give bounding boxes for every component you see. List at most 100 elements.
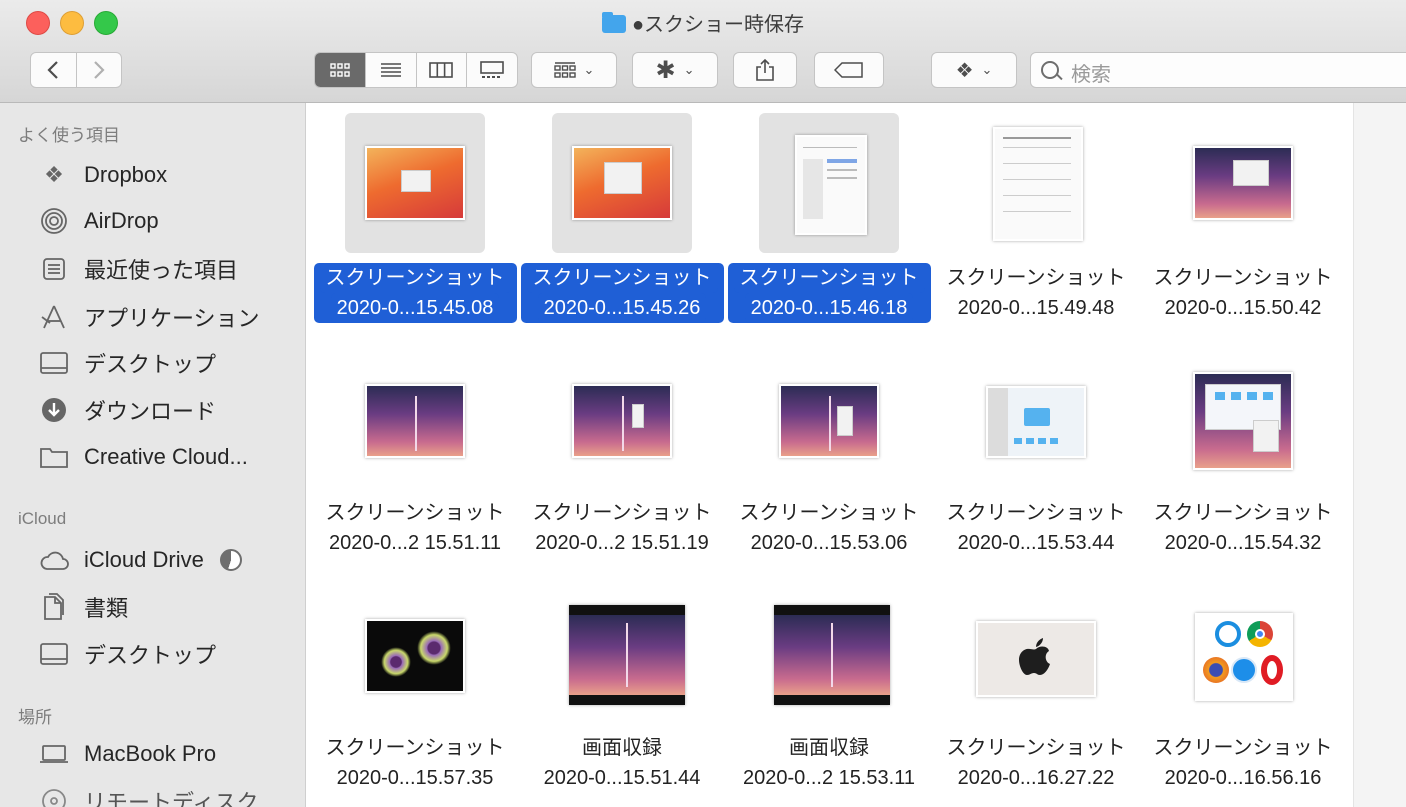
toolbar: ●スクショー時保存 ⌄ ✱ ⌄ ❖ ⌄ 検索 — [0, 0, 1406, 103]
file-thumbnail — [993, 127, 1083, 241]
dropbox-button[interactable]: ❖ ⌄ — [931, 52, 1017, 88]
file-item[interactable]: スクリーンショット 2020-0...15.54.32 — [1140, 358, 1346, 563]
tag-icon — [834, 62, 863, 78]
sidebar-item-label: Creative Cloud... — [84, 444, 248, 469]
icon-view-button[interactable] — [315, 53, 365, 87]
sidebar-item-downloads[interactable]: ダウンロード — [36, 390, 301, 430]
file-thumbnail — [1195, 613, 1293, 701]
window-title: ●スクショー時保存 — [0, 8, 1406, 37]
tags-button[interactable] — [814, 52, 884, 88]
file-thumbnail — [795, 135, 867, 235]
sidebar-item-icloud-desktop[interactable]: デスクトップ — [36, 634, 301, 674]
search-placeholder: 検索 — [1071, 64, 1111, 86]
file-item[interactable]: 画面収録 2020-0...15.51.44 — [519, 593, 725, 798]
file-thumbnail — [1193, 372, 1293, 470]
column-view-icon — [429, 62, 454, 78]
chevron-down-icon: ⌄ — [683, 62, 695, 77]
file-name: スクリーンショット 2020-0...15.53.44 — [946, 502, 1126, 554]
icon-view-icon — [330, 63, 350, 77]
forward-button[interactable] — [75, 53, 122, 87]
sidebar-item-label: MacBook Pro — [84, 741, 217, 766]
view-mode-control — [314, 52, 518, 88]
apple-logo-icon — [1019, 638, 1050, 675]
sidebar-section-locations: 場所 — [18, 708, 52, 727]
finder-window: ●スクショー時保存 ⌄ ✱ ⌄ ❖ ⌄ 検索 よく使う項目 ❖ Dropbox … — [0, 0, 1406, 807]
sidebar-item-label: デスクトップ — [84, 352, 217, 377]
file-name: スクリーンショット 2020-0...15.49.48 — [946, 267, 1126, 319]
column-view-button[interactable] — [415, 53, 467, 87]
file-item[interactable]: スクリーンショット 2020-0...15.53.44 — [933, 358, 1139, 563]
file-name: スクリーンショット 2020-0...15.45.08 — [312, 263, 518, 323]
cloud-icon — [36, 545, 72, 575]
file-item[interactable]: スクリーンショット 2020-0...16.27.22 — [933, 593, 1139, 798]
gallery-view-button[interactable] — [466, 53, 517, 87]
sidebar-item-documents[interactable]: 書類 — [36, 587, 301, 627]
file-name: 画面収録 2020-0...2 15.53.11 — [743, 737, 915, 789]
opera-icon — [1261, 655, 1283, 685]
group-by-button[interactable]: ⌄ — [531, 52, 617, 88]
sidebar-item-icloud-drive[interactable]: iCloud Drive — [36, 540, 301, 580]
file-item[interactable]: スクリーンショット 2020-0...16.56.16 — [1140, 593, 1346, 798]
sidebar-item-remote-disc[interactable]: リモートディスク — [36, 781, 301, 807]
chevron-down-icon: ⌄ — [583, 62, 595, 77]
file-name: スクリーンショット 2020-0...15.54.32 — [1153, 502, 1333, 554]
file-thumbnail — [572, 384, 672, 458]
folder-icon — [601, 12, 626, 33]
safari-icon — [1231, 657, 1257, 683]
file-item[interactable]: スクリーンショット 2020-0...15.50.42 — [1140, 113, 1346, 319]
search-field[interactable]: 検索 — [1030, 52, 1406, 88]
documents-icon — [36, 592, 72, 622]
chevron-left-icon — [47, 61, 59, 79]
chevron-right-icon — [93, 61, 105, 79]
file-grid: スクリーンショット 2020-0...15.45.08 スクリーンショット 2020… — [307, 103, 1353, 807]
sidebar-item-label: iCloud Drive — [84, 547, 204, 572]
sidebar-item-label: AirDrop — [84, 208, 159, 233]
file-item[interactable]: スクリーンショット 2020-0...2 15.51.11 — [312, 358, 518, 563]
file-name: スクリーンショット 2020-0...15.57.35 — [325, 737, 505, 789]
file-item[interactable]: 画面収録 2020-0...2 15.53.11 — [726, 593, 932, 798]
list-view-icon — [380, 63, 401, 77]
file-name: スクリーンショット 2020-0...16.27.22 — [946, 737, 1126, 789]
file-thumbnail — [569, 605, 685, 705]
file-thumbnail — [365, 146, 465, 220]
sidebar-item-macbook-pro[interactable]: MacBook Pro — [36, 734, 301, 774]
file-item[interactable]: スクリーンショット 2020-0...15.57.35 — [312, 593, 518, 798]
sidebar-item-dropbox[interactable]: ❖ Dropbox — [36, 155, 301, 195]
file-thumbnail — [779, 384, 879, 458]
file-item[interactable]: スクリーンショット 2020-0...15.45.08 — [312, 113, 518, 323]
sidebar-item-label: 書類 — [84, 596, 129, 621]
file-item[interactable]: スクリーンショット 2020-0...15.53.06 — [726, 358, 932, 563]
disc-icon — [36, 786, 72, 807]
file-item[interactable]: スクリーンショット 2020-0...15.46.18 — [726, 113, 932, 323]
sidebar-item-creative-cloud[interactable]: Creative Cloud... — [36, 437, 301, 477]
file-thumbnail — [774, 605, 890, 705]
sidebar-item-airdrop[interactable]: AirDrop — [36, 201, 301, 241]
file-item[interactable]: スクリーンショット 2020-0...2 15.51.19 — [519, 358, 725, 563]
scroll-gutter — [1353, 103, 1406, 807]
file-thumbnail — [365, 619, 465, 693]
sidebar-item-label: デスクトップ — [84, 643, 217, 668]
file-name: スクリーンショット 2020-0...2 15.51.19 — [532, 502, 712, 554]
sidebar-item-desktop[interactable]: デスクトップ — [36, 343, 301, 383]
file-thumbnail — [976, 621, 1096, 697]
share-button[interactable] — [733, 52, 797, 88]
file-name: スクリーンショット 2020-0...15.46.18 — [726, 263, 932, 323]
file-item[interactable]: スクリーンショット 2020-0...15.49.48 — [933, 113, 1139, 319]
action-button[interactable]: ✱ ⌄ — [632, 52, 718, 88]
sidebar-section-icloud: iCloud — [18, 509, 67, 528]
back-forward-control — [30, 52, 122, 88]
storage-progress-icon — [219, 549, 242, 571]
list-view-button[interactable] — [364, 53, 416, 87]
chevron-down-icon: ⌄ — [981, 62, 993, 77]
sidebar-item-applications[interactable]: アプリケーション — [36, 297, 301, 337]
sidebar-item-recents[interactable]: 最近使った項目 — [36, 249, 301, 289]
group-icon — [553, 62, 576, 78]
sidebar-item-label: 最近使った項目 — [84, 258, 239, 283]
downloads-icon — [36, 395, 72, 425]
gallery-view-icon — [480, 61, 504, 78]
file-item[interactable]: スクリーンショット 2020-0...15.45.26 — [519, 113, 725, 323]
gear-icon: ✱ — [655, 56, 676, 84]
back-button[interactable] — [31, 53, 76, 87]
file-name: スクリーンショット 2020-0...16.56.16 — [1153, 737, 1333, 789]
file-name: スクリーンショット 2020-0...15.53.06 — [739, 502, 919, 554]
